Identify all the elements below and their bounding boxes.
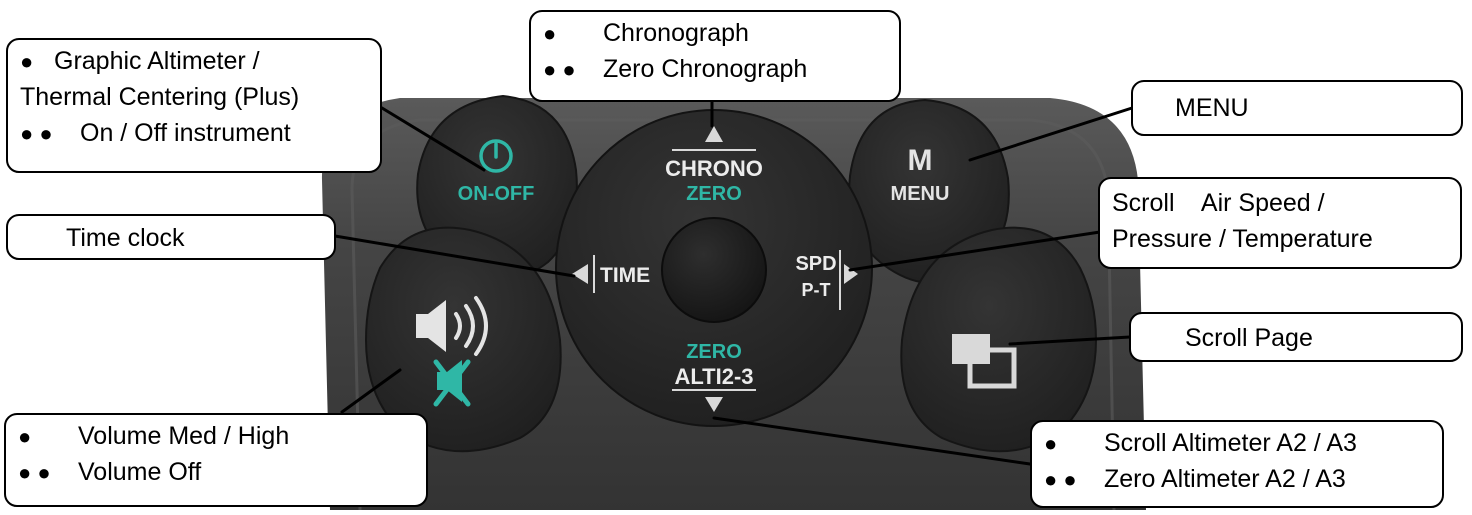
- callout-line: Pressure / Temperature: [1112, 225, 1373, 253]
- time-label: TIME: [600, 264, 650, 287]
- callout-line: ● Scroll Altimeter A2 / A3: [1044, 425, 1432, 461]
- on-off-label: ON-OFF: [458, 183, 535, 205]
- alti23-label: ALTI2-3: [674, 364, 753, 389]
- spd-label: SPD: [795, 253, 836, 275]
- callout-volume: ● Volume Med / High ● ● Volume Off: [4, 413, 428, 507]
- zero-chronograph-text: Zero Chronograph: [603, 55, 808, 83]
- bullet-single: ●: [1044, 431, 1058, 456]
- bullet-single: ●: [18, 424, 32, 449]
- zero-alti-label: ZERO: [686, 341, 742, 363]
- dpad-center-button[interactable]: [661, 217, 767, 323]
- scroll-page-text: Scroll Page: [1185, 324, 1313, 352]
- bullet-single: ●: [20, 49, 34, 74]
- menu-callout-text: MENU: [1175, 94, 1249, 122]
- volume-med-high-text: Volume Med / High: [78, 422, 290, 450]
- callout-line: ● Chronograph: [543, 15, 889, 51]
- menu-button-label: MENU: [891, 183, 950, 205]
- menu-symbol: M: [908, 144, 933, 177]
- callout-air-speed: Scroll Air Speed / Pressure / Temperatur…: [1098, 177, 1462, 269]
- callout-menu: MENU: [1131, 80, 1463, 136]
- chronograph-text: Chronograph: [603, 19, 749, 47]
- volume-off-text: Volume Off: [78, 458, 202, 486]
- graphic-altimeter-text: Graphic Altimeter /: [54, 47, 260, 75]
- bullet-double: ● ●: [20, 121, 53, 146]
- bullet-double: ● ●: [543, 57, 576, 82]
- bullet-double: ● ●: [18, 460, 51, 485]
- callout-chronograph: ● Chronograph ● ● Zero Chronograph: [529, 10, 901, 102]
- pt-label: P-T: [802, 280, 831, 300]
- chrono-label: CHRONO: [665, 156, 763, 181]
- zero-altimeter-text: Zero Altimeter A2 / A3: [1104, 465, 1346, 493]
- callout-altimeter: ● Scroll Altimeter A2 / A3 ● ● Zero Altime…: [1030, 420, 1444, 508]
- callout-line: ● ● On / Off instrument: [20, 115, 370, 151]
- callout-line: ● ● Volume Off: [18, 454, 416, 490]
- callout-line: Scroll Air Speed /: [1112, 189, 1325, 217]
- callout-scroll-page: Scroll Page: [1129, 312, 1463, 362]
- scroll-altimeter-text: Scroll Altimeter A2 / A3: [1104, 429, 1357, 457]
- bullet-single: ●: [543, 21, 557, 46]
- callout-line: ● Graphic Altimeter /: [20, 43, 370, 79]
- diagram-stage: ON-OFF M MENU CHRONO ZERO TIME SPD P-T Z…: [0, 0, 1472, 511]
- callout-line: ● Volume Med / High: [18, 418, 416, 454]
- time-clock-text: Time clock: [66, 224, 185, 252]
- callout-graphic-altimeter: ● Graphic Altimeter / Thermal Centering (…: [6, 38, 382, 173]
- on-off-instrument-text: On / Off instrument: [80, 119, 291, 147]
- callout-line: ● ● Zero Chronograph: [543, 51, 889, 87]
- callout-time-clock: Time clock: [6, 214, 336, 260]
- chrono-zero-label: ZERO: [686, 183, 742, 205]
- callout-line: ● ● Zero Altimeter A2 / A3: [1044, 461, 1432, 497]
- callout-line: Thermal Centering (Plus): [20, 79, 370, 115]
- thermal-centering-text: Thermal Centering (Plus): [20, 83, 300, 111]
- bullet-double: ● ●: [1044, 467, 1077, 492]
